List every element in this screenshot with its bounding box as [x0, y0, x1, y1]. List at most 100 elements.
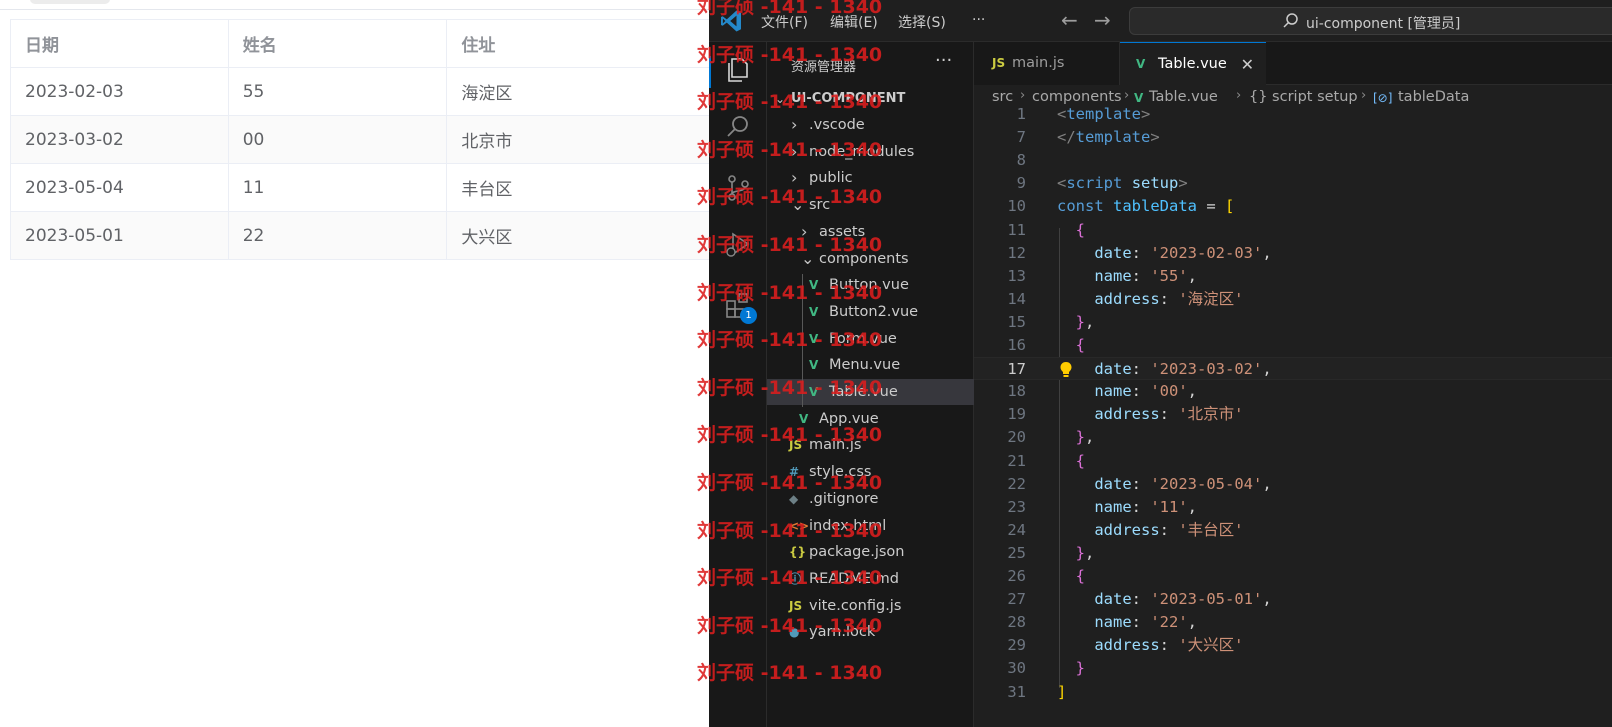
watermark-text: 刘子硕 -141 - 1340	[697, 43, 883, 66]
lightbulb-icon[interactable]	[1059, 361, 1073, 378]
tab-label: Table.vue	[1158, 56, 1227, 72]
explorer-more-button[interactable]: ···	[935, 50, 952, 71]
code-token: setup	[1131, 174, 1179, 193]
code-line[interactable]: 17 date: '2023-03-02',	[974, 357, 1612, 381]
code-line[interactable]: 13 name: '55',	[974, 265, 1612, 288]
code-line[interactable]: 26 {	[974, 565, 1612, 588]
code-line[interactable]: 28 name: '22',	[974, 611, 1612, 634]
code-line[interactable]: 23 name: '11',	[974, 496, 1612, 519]
line-number: 14	[1007, 289, 1026, 308]
command-center[interactable]: ui-component [管理员]	[1129, 7, 1612, 35]
code-line[interactable]: 29 address: '大兴区'	[974, 634, 1612, 657]
table-cell-date: 2023-05-04	[10, 163, 229, 212]
code-line[interactable]: 11 {	[974, 219, 1612, 242]
code-line[interactable]: 16 {	[974, 334, 1612, 357]
back-arrow-icon[interactable]: ←	[1061, 8, 1078, 32]
watermark-text: 刘子硕 -141 - 1340	[697, 472, 883, 494]
code-token: ]	[1057, 682, 1067, 701]
code-line[interactable]: 22 date: '2023-05-04',	[974, 473, 1612, 496]
watermark-text: 刘子硕 -141 - 1340	[697, 281, 883, 304]
line-number: 17	[1007, 360, 1026, 379]
search-icon	[1283, 13, 1298, 28]
command-center-label: ui-component [管理员]	[1306, 16, 1461, 32]
code-line[interactable]: 1 <template>	[974, 103, 1612, 126]
code-text: },	[1057, 426, 1095, 449]
tab-main-js[interactable]: JS main.js	[974, 42, 1120, 85]
table-header-address[interactable]: 住址	[446, 19, 730, 68]
table-row[interactable]: 2023-03-02 00 北京市	[10, 115, 730, 164]
code-line[interactable]: 19 address: '北京市'	[974, 403, 1612, 426]
code-token: :	[1131, 474, 1151, 493]
code-line[interactable]: 12 date: '2023-02-03',	[974, 242, 1612, 265]
watermark-text: 刘子硕 -141 - 1340	[697, 0, 883, 18]
menu-more[interactable]: ···	[972, 12, 985, 28]
code-text: address: '海淀区'	[1057, 288, 1243, 311]
browser-top-control[interactable]	[30, 0, 110, 4]
code-token: '大兴区'	[1178, 636, 1244, 655]
table-cell-date: 2023-03-02	[10, 115, 229, 164]
forward-arrow-icon[interactable]: →	[1094, 8, 1111, 32]
code-token: ,	[1085, 312, 1095, 331]
line-number: 27	[1007, 590, 1026, 609]
line-number: 15	[1007, 312, 1026, 331]
code-line[interactable]: 15 },	[974, 311, 1612, 334]
code-line[interactable]: 8	[974, 149, 1612, 172]
code-token: script	[1066, 174, 1123, 193]
table-header-name[interactable]: 姓名	[228, 19, 448, 68]
code-text: const tableData = [	[1057, 195, 1234, 218]
code-token: :	[1131, 497, 1151, 516]
line-number: 16	[1007, 336, 1026, 354]
code-token: ,	[1187, 613, 1197, 632]
code-text: {	[1057, 219, 1085, 242]
table-row[interactable]: 2023-02-03 55 海淀区	[10, 67, 730, 116]
code-line[interactable]: 27 date: '2023-05-01',	[974, 588, 1612, 611]
code-line[interactable]: 10 const tableData = [	[974, 195, 1612, 218]
menu-selection[interactable]: 选择(S)	[898, 12, 946, 32]
code-token: name	[1094, 266, 1132, 285]
code-line[interactable]: 18 name: '00',	[974, 380, 1612, 403]
table-cell-address: 北京市	[446, 115, 730, 164]
code-line[interactable]: 14 address: '海淀区'	[974, 288, 1612, 311]
line-number: 26	[1007, 567, 1026, 585]
watermark-text: 刘子硕 -141 - 1340	[697, 138, 883, 161]
code-text: <script setup>	[1057, 172, 1188, 195]
code-text: name: '00',	[1057, 380, 1197, 403]
table-row[interactable]: 2023-05-01 22 大兴区	[10, 211, 730, 260]
code-line[interactable]: 30 }	[974, 657, 1612, 680]
code-text: address: '大兴区'	[1057, 634, 1244, 657]
code-line[interactable]: 7 </template>	[974, 126, 1612, 149]
code-text: name: '11',	[1057, 496, 1197, 519]
code-token: :	[1159, 636, 1179, 655]
code-token: }	[1075, 428, 1086, 447]
code-line[interactable]: 24 address: '丰台区'	[974, 519, 1612, 542]
code-text: },	[1057, 542, 1095, 565]
code-token: =	[1197, 197, 1226, 216]
code-line[interactable]: 20 },	[974, 426, 1612, 449]
table-row[interactable]: 2023-05-04 11 丰台区	[10, 163, 730, 212]
table-cell-date: 2023-05-01	[10, 211, 229, 260]
code-line[interactable]: 31]	[974, 681, 1612, 704]
table-header-date[interactable]: 日期	[10, 19, 229, 68]
tree-item[interactable]: {} package.json	[767, 539, 974, 565]
code-line[interactable]: 21 {	[974, 450, 1612, 473]
code-token: date	[1094, 243, 1132, 262]
code-text: name: '55',	[1057, 265, 1197, 288]
code-editor[interactable]: 1 <template> 7 </template> 8 9 <script setup> 1…	[974, 105, 1612, 727]
code-text: },	[1057, 311, 1095, 334]
code-token: address	[1094, 520, 1160, 539]
close-icon[interactable]: ✕	[1241, 43, 1254, 86]
code-token: :	[1131, 360, 1151, 379]
code-token: '2023-03-02'	[1150, 360, 1263, 379]
code-token: '11'	[1150, 497, 1188, 516]
editor-tabs: JS main.js V Table.vue ✕	[974, 42, 1612, 85]
tab-table-vue[interactable]: V Table.vue ✕	[1120, 42, 1266, 85]
code-line[interactable]: 25 },	[974, 542, 1612, 565]
code-line[interactable]: 9 <script setup>	[974, 172, 1612, 195]
